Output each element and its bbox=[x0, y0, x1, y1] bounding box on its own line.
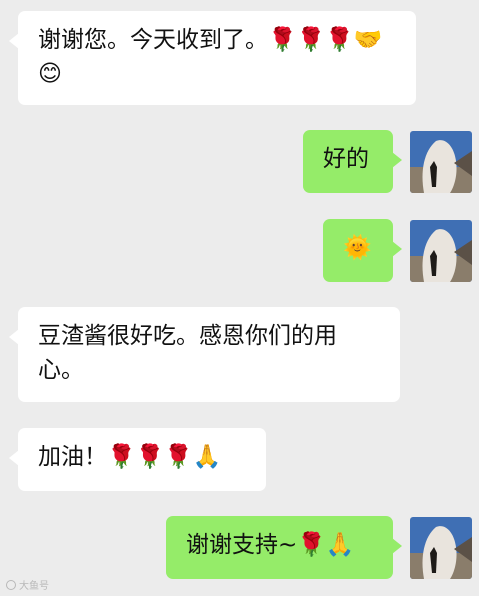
message-text: 🌞 bbox=[343, 235, 372, 261]
message-bubble-incoming[interactable]: 谢谢您。今天收到了。🌹🌹🌹🤝😊 bbox=[9, 11, 416, 105]
watermark-text: 大鱼号 bbox=[19, 581, 49, 592]
avatar[interactable] bbox=[410, 220, 472, 282]
avatar[interactable] bbox=[410, 131, 472, 193]
avatar-photo-icon bbox=[410, 220, 472, 282]
watermark-logo-icon bbox=[6, 579, 16, 590]
message-text: 好的 bbox=[323, 146, 369, 172]
message-bubble-incoming[interactable]: 加油！🌹🌹🌹🙏 bbox=[9, 428, 266, 491]
watermark: 大鱼号 bbox=[6, 577, 49, 592]
avatar-photo-icon bbox=[410, 131, 472, 193]
message-text: 谢谢您。今天收到了。🌹🌹🌹🤝😊 bbox=[38, 27, 383, 87]
message-bubble-outgoing[interactable]: 好的 bbox=[303, 130, 402, 193]
message-bubble-incoming[interactable]: 豆渣酱很好吃。感恩你们的用心。 bbox=[9, 307, 400, 402]
message-text: 谢谢支持~🌹🙏 bbox=[186, 532, 355, 558]
avatar-photo-icon bbox=[410, 517, 472, 579]
message-bubble-outgoing[interactable]: 🌞 bbox=[323, 219, 402, 282]
message-bubble-outgoing[interactable]: 谢谢支持~🌹🙏 bbox=[166, 516, 402, 579]
message-text: 豆渣酱很好吃。感恩你们的用心。 bbox=[38, 323, 337, 383]
message-text: 加油！🌹🌹🌹🙏 bbox=[38, 444, 222, 470]
avatar[interactable] bbox=[410, 517, 472, 579]
